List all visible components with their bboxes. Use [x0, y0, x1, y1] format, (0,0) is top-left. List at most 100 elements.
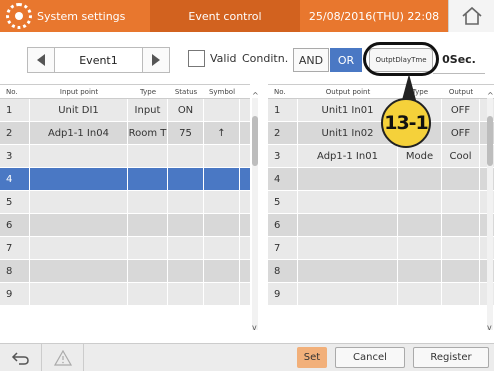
back-button[interactable] [0, 344, 42, 371]
output-table-header: No. Output point Type Output [268, 85, 494, 99]
table-cell: Room T [128, 122, 168, 144]
table-cell [168, 168, 204, 190]
table-row[interactable]: 6 [268, 214, 494, 237]
table-cell [442, 168, 480, 190]
table-cell: 5 [268, 191, 298, 213]
table-cell [168, 214, 204, 236]
table-cell: Input [128, 99, 168, 121]
table-row[interactable]: 7 [268, 237, 494, 260]
table-cell [398, 237, 442, 259]
table-cell: 4 [268, 168, 298, 190]
table-cell [168, 283, 204, 305]
table-cell [204, 168, 240, 190]
table-row[interactable]: 8 [268, 260, 494, 283]
table-row[interactable]: 5 [268, 191, 494, 214]
scroll-down-icon[interactable]: v [487, 324, 492, 332]
table-cell [204, 237, 240, 259]
section-title: Event control [150, 0, 300, 32]
table-row[interactable]: 9 [268, 283, 494, 306]
table-cell: Cool [442, 145, 480, 167]
table-cell [298, 191, 398, 213]
table-cell [168, 145, 204, 167]
table-cell [168, 260, 204, 282]
scroll-up-icon[interactable]: ^ [487, 92, 494, 100]
table-row[interactable]: 7 [0, 237, 250, 260]
table-cell: 4 [0, 168, 30, 190]
input-scrollbar[interactable] [252, 98, 258, 330]
table-cell: 1 [0, 99, 30, 121]
valid-checkbox[interactable] [188, 50, 205, 67]
table-cell: 8 [0, 260, 30, 282]
table-cell: ON [168, 99, 204, 121]
table-row[interactable]: 8 [0, 260, 250, 283]
table-cell [398, 168, 442, 190]
scroll-down-icon[interactable]: v [252, 324, 257, 332]
arrow-left-icon [37, 54, 45, 66]
table-cell [442, 214, 480, 236]
table-row[interactable]: 2 Adp1-1 In04 Room T 75 ↑ [0, 122, 250, 145]
column-header: No. [274, 87, 286, 96]
output-delay-value: 0Sec. [433, 46, 485, 74]
output-table-body: 1Unit1 In01OFF2Unit1 In02NOFF3Adp1-1 In0… [268, 99, 494, 306]
column-header: Output point [325, 87, 371, 96]
home-button[interactable] [448, 0, 494, 32]
table-cell: 2 [268, 122, 298, 144]
scroll-up-icon[interactable]: ^ [252, 92, 259, 100]
table-cell: 75 [168, 122, 204, 144]
header-title-area: System settings [0, 0, 150, 32]
or-button[interactable]: OR [330, 48, 362, 72]
and-button[interactable]: AND [293, 48, 329, 72]
column-header: No. [6, 87, 18, 96]
output-scrollbar[interactable] [487, 98, 493, 330]
table-row[interactable]: 5 [0, 191, 250, 214]
table-cell: OFF [442, 122, 480, 144]
table-cell: 6 [268, 214, 298, 236]
back-arrow-icon [11, 351, 29, 365]
table-cell: 3 [268, 145, 298, 167]
table-cell [128, 283, 168, 305]
table-row[interactable]: 6 [0, 214, 250, 237]
datetime-display: 25/08/2016(THU) 22:08 [300, 0, 448, 32]
table-row[interactable]: 9 [0, 283, 250, 306]
table-cell [30, 191, 128, 213]
warning-icon [53, 349, 72, 366]
table-cell: 5 [0, 191, 30, 213]
table-cell: 1 [268, 99, 298, 121]
table-row[interactable]: 3 [0, 145, 250, 168]
output-scroll-thumb[interactable] [487, 116, 493, 166]
table-row[interactable]: 4 [268, 168, 494, 191]
table-row[interactable]: 3 Adp1-1 In01 Mode Cool [268, 145, 494, 168]
table-cell: 9 [268, 283, 298, 305]
table-row[interactable]: 1 Unit DI1 Input ON [0, 99, 250, 122]
set-button[interactable]: Set [297, 347, 327, 368]
table-cell [398, 214, 442, 236]
highlight-oval [363, 42, 439, 76]
input-scroll-thumb[interactable] [252, 116, 258, 166]
table-cell [128, 214, 168, 236]
table-cell: 3 [0, 145, 30, 167]
gear-icon [6, 3, 32, 29]
warning-button[interactable] [42, 344, 84, 371]
next-event-button[interactable] [142, 47, 170, 73]
table-cell [442, 283, 480, 305]
table-cell: 6 [0, 214, 30, 236]
table-cell [30, 237, 128, 259]
table-row[interactable]: 4 [0, 168, 250, 191]
cancel-button[interactable]: Cancel [335, 347, 405, 368]
table-cell [204, 260, 240, 282]
table-cell: Adp1-1 In04 [30, 122, 128, 144]
column-header: Type [139, 87, 157, 96]
table-cell [168, 237, 204, 259]
table-cell [128, 145, 168, 167]
header-bar: System settings Event control 25/08/2016… [0, 0, 494, 32]
table-cell [204, 283, 240, 305]
table-cell: ↑ [204, 122, 240, 144]
previous-event-button[interactable] [27, 47, 55, 73]
table-cell: 8 [268, 260, 298, 282]
table-cell [168, 191, 204, 213]
home-icon [461, 6, 482, 25]
table-cell [398, 191, 442, 213]
table-cell [298, 260, 398, 282]
table-cell [128, 237, 168, 259]
register-button[interactable]: Register [413, 347, 489, 368]
